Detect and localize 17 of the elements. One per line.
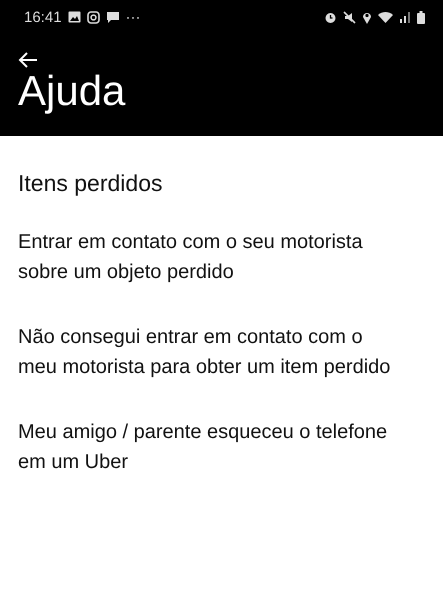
image-icon [68, 11, 81, 23]
mute-icon [343, 10, 356, 24]
help-link[interactable]: Não consegui entrar em contato com o meu motorista para obter um item perdido [18, 322, 403, 382]
page-title: Ajuda [18, 68, 126, 114]
alarm-icon [324, 10, 337, 24]
signal-icon [399, 11, 411, 23]
help-link[interactable]: Entrar em contato com o seu motorista sobre um objeto perdido [18, 227, 403, 287]
help-link[interactable]: Meu amigo / parente esqueceu o telefone em um Uber [18, 417, 403, 477]
battery-icon [417, 10, 425, 24]
message-icon [106, 10, 120, 24]
camera-icon [86, 10, 100, 24]
section-heading: Itens perdidos [18, 170, 164, 197]
more-notifications: ··· [126, 8, 141, 26]
back-arrow-icon[interactable] [18, 52, 38, 68]
location-icon [362, 10, 372, 24]
status-time: 16:41 [24, 8, 62, 26]
wifi-icon [378, 11, 393, 23]
